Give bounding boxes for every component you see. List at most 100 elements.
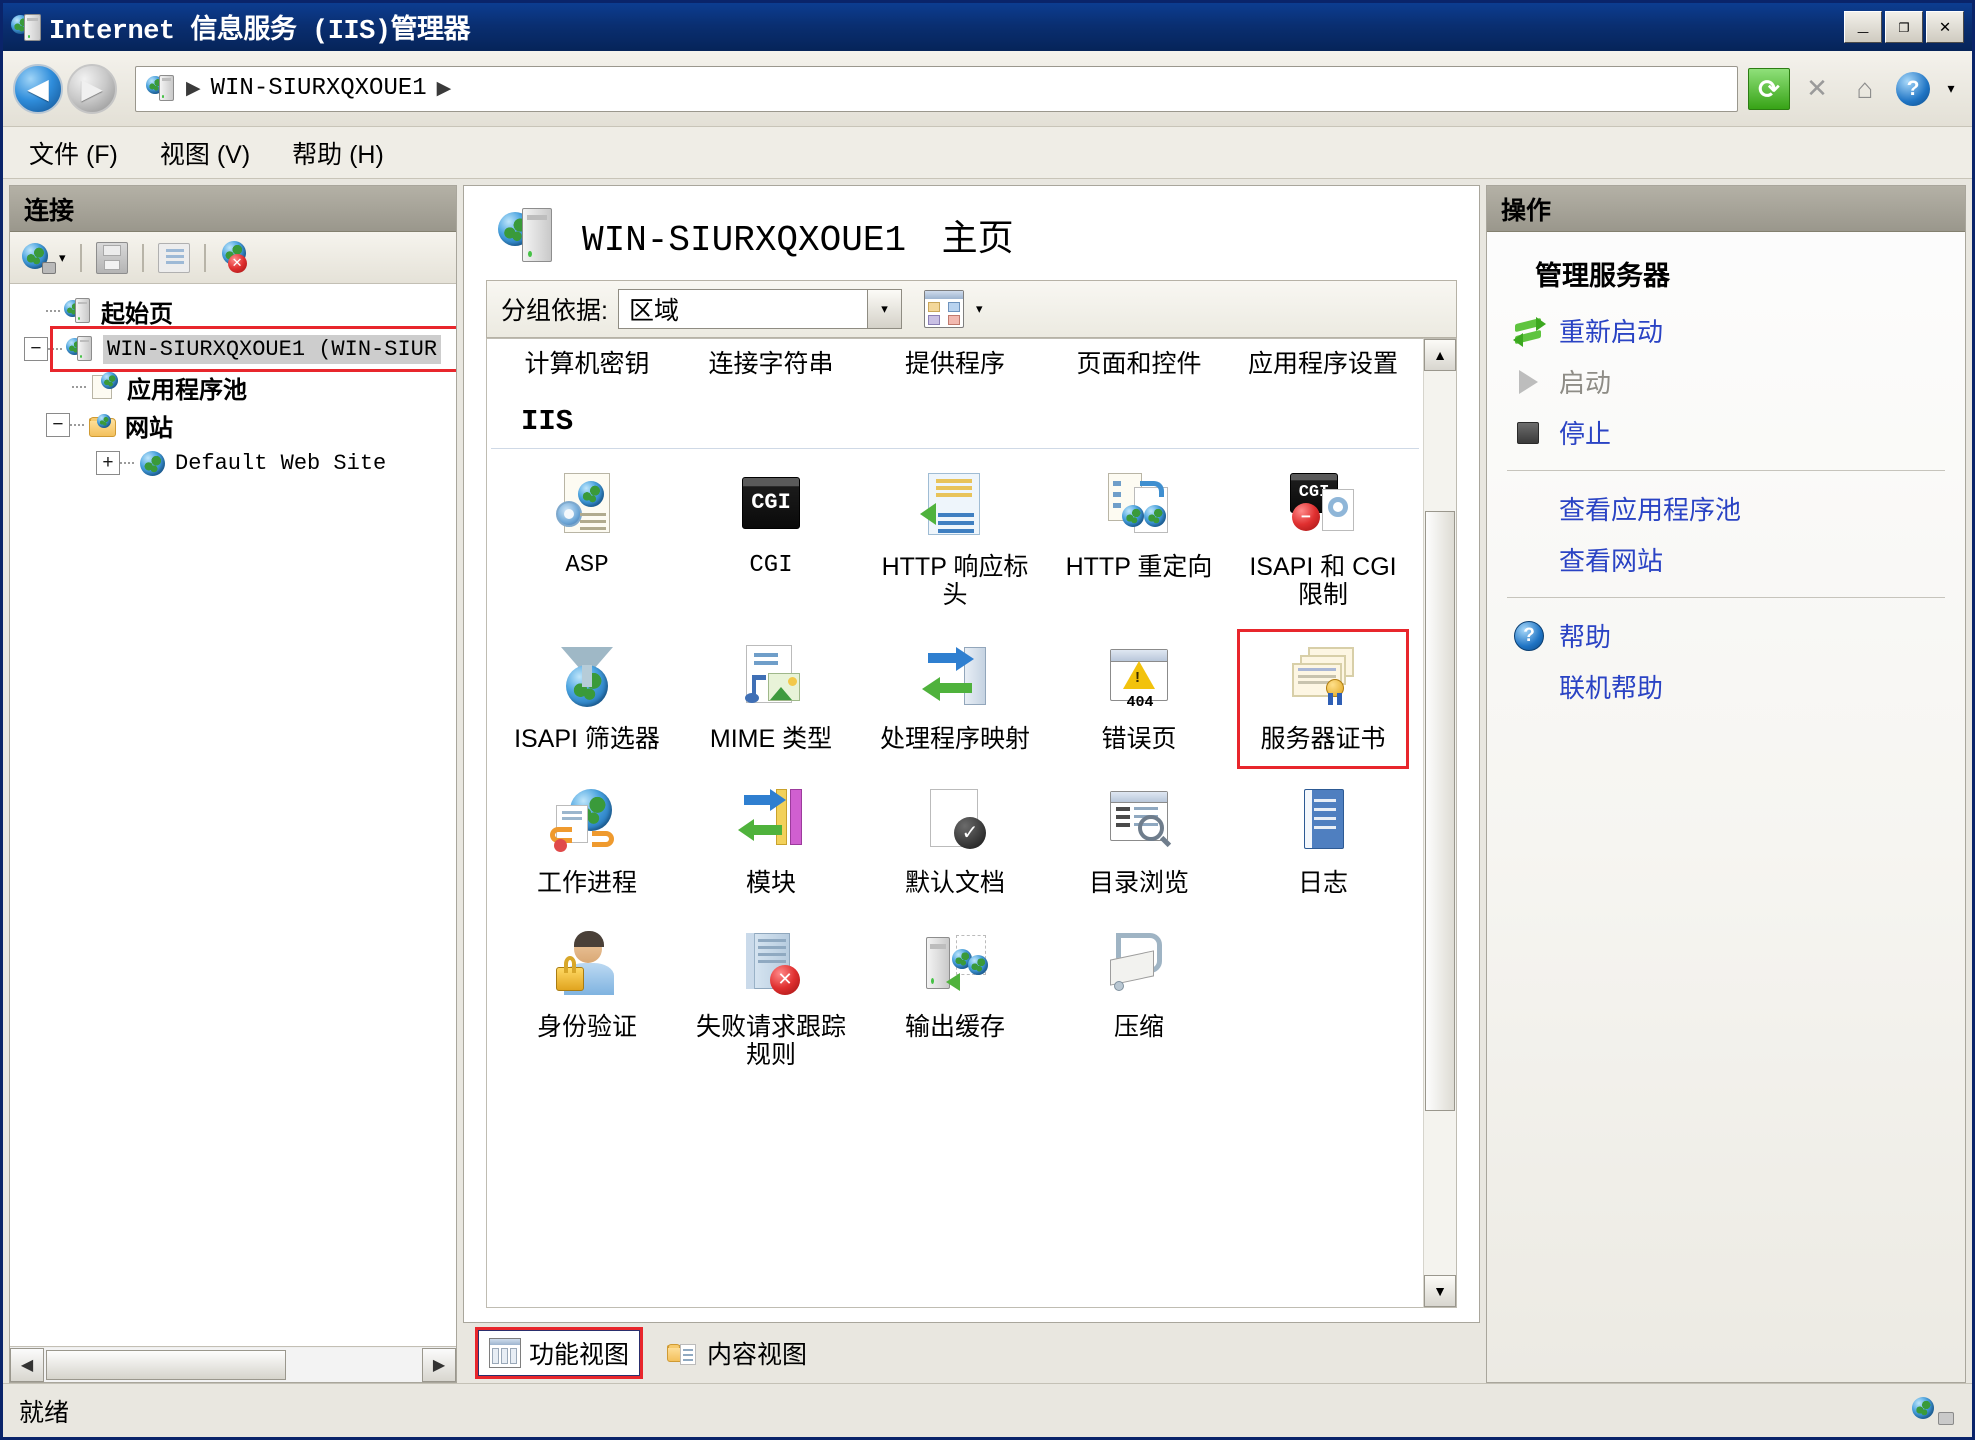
tree-expander[interactable]: +	[96, 451, 120, 475]
feature-label: 压缩	[1113, 1012, 1164, 1041]
feature-isapi-filters[interactable]: ISAPI 筛选器	[495, 639, 679, 757]
group-by-select[interactable]: 区域	[617, 289, 868, 329]
feature-label: 连接字符串	[708, 350, 834, 378]
save-connection-icon[interactable]	[95, 239, 128, 277]
tab-features-view[interactable]: 功能视图	[474, 1327, 644, 1379]
tree-expander[interactable]: −	[24, 337, 48, 361]
feature-server-certificates[interactable]: 服务器证书	[1231, 628, 1415, 769]
feature-http-response-headers[interactable]: HTTP 响应标头	[863, 467, 1047, 613]
feature-compression[interactable]: 压缩	[1047, 927, 1231, 1073]
breadcrumb-separator-2[interactable]: ▶	[437, 77, 452, 100]
forward-arrow-icon[interactable]: ▶	[67, 63, 117, 114]
tree-expander[interactable]: −	[46, 413, 70, 437]
tree-item-server[interactable]: − WIN-SIURXQXOUE1 (WIN-SIUR	[10, 326, 456, 372]
action-online-help[interactable]: 联机帮助	[1487, 661, 1965, 712]
group-by-dropdown-caret-icon[interactable]: ▾	[867, 289, 902, 329]
feature-output-caching[interactable]: 输出缓存	[863, 927, 1047, 1073]
feature-label: HTTP 重定向	[1065, 552, 1213, 581]
output-caching-icon	[916, 931, 994, 1005]
hscroll-thumb[interactable]	[46, 1349, 286, 1380]
action-stop[interactable]: 停止	[1487, 407, 1965, 458]
tree-item-default-web-site[interactable]: + Default Web Site	[10, 444, 456, 482]
action-start[interactable]: 启动	[1487, 356, 1965, 407]
feature-connection-strings[interactable]: 连接字符串	[679, 339, 863, 379]
actions-header: 操作	[1487, 186, 1965, 232]
breadcrumb-separator-1: ▶	[186, 78, 201, 99]
worker-processes-icon	[548, 787, 626, 861]
connections-tree[interactable]: 起始页 − WIN-SIURXQXOUE1 (WIN-SIUR 应用程序池 − …	[10, 284, 456, 1346]
hscroll-left-button[interactable]: ◀	[10, 1347, 44, 1382]
scroll-up-button[interactable]: ▲	[1424, 339, 1456, 371]
feature-handler-mappings[interactable]: 处理程序映射	[863, 639, 1047, 757]
feature-authentication[interactable]: 身份验证	[495, 927, 679, 1073]
window-controls: _ ❐ ✕	[1844, 11, 1968, 43]
menu-help[interactable]: 帮助 (H)	[292, 135, 384, 171]
help-circle-icon: ?	[1513, 620, 1545, 652]
refresh-icon[interactable]: ⟳	[1748, 67, 1790, 110]
scroll-thumb[interactable]	[1425, 511, 1455, 1111]
action-restart[interactable]: 重新启动	[1487, 305, 1965, 356]
server-globe-icon	[146, 73, 176, 105]
feature-label: 应用程序设置	[1247, 350, 1398, 378]
feature-providers[interactable]: 提供程序	[863, 339, 1047, 379]
hscroll-right-button[interactable]: ▶	[422, 1347, 456, 1382]
view-mode-icon[interactable]	[923, 290, 964, 328]
feature-modules[interactable]: 模块	[679, 783, 863, 901]
view-mode-caret-icon[interactable]: ▾	[976, 301, 983, 317]
feature-mime-types[interactable]: MIME 类型	[679, 639, 863, 757]
close-button[interactable]: ✕	[1926, 11, 1964, 43]
features-vscrollbar[interactable]: ▲ ▼	[1423, 338, 1457, 1308]
minimize-button[interactable]: _	[1844, 11, 1882, 43]
modules-icon	[732, 787, 810, 861]
feature-directory-browsing[interactable]: 目录浏览	[1047, 783, 1231, 901]
toolbar-divider-1	[79, 243, 82, 272]
view-application-pools-link[interactable]: 查看应用程序池	[1487, 483, 1965, 534]
features-grid-area: 计算机密钥 连接字符串 提供程序 页面和控件 应用程序设置 IIS ASP CG…	[486, 338, 1457, 1308]
feature-asp[interactable]: ASP	[495, 467, 679, 613]
feature-worker-processes[interactable]: 工作进程	[495, 783, 679, 901]
feature-pages-and-controls[interactable]: 页面和控件	[1047, 339, 1231, 379]
maximize-button[interactable]: ❐	[1885, 11, 1923, 43]
address-bar[interactable]: ▶ WIN-SIURXQXOUE1 ▶	[135, 65, 1738, 112]
scroll-track[interactable]	[1424, 371, 1456, 1275]
view-sites-link[interactable]: 查看网站	[1487, 534, 1965, 585]
stop-icon[interactable]: ✕	[1796, 68, 1838, 110]
feature-logging[interactable]: 日志	[1231, 783, 1415, 901]
tree-item-start-page[interactable]: 起始页	[10, 292, 456, 330]
feature-application-settings[interactable]: 应用程序设置	[1248, 339, 1398, 379]
back-arrow-icon[interactable]: ◀	[13, 63, 63, 114]
connect-icon[interactable]: ▾	[22, 239, 66, 277]
feature-cgi[interactable]: CGI CGI	[679, 467, 863, 613]
toolbar-divider-3	[203, 243, 206, 272]
tree-item-label: Default Web Site	[175, 450, 387, 476]
tree-item-application-pools[interactable]: 应用程序池	[10, 368, 456, 406]
features-row-4: 身份验证 ✕ 失败请求跟踪规则 输出缓存 压缩	[487, 909, 1423, 1081]
export-connection-icon[interactable]	[157, 239, 190, 277]
feature-error-pages[interactable]: 404 错误页	[1047, 639, 1231, 757]
features-row-2: ISAPI 筛选器 MIME 类型 处理程序映射 ! 404 错误页 服务器证书	[487, 621, 1423, 769]
feature-machine-key[interactable]: 计算机密钥	[495, 339, 679, 379]
dropdown-caret-icon[interactable]: ▾	[1940, 68, 1962, 110]
delete-connection-icon[interactable]: ✕	[220, 239, 254, 277]
action-label: 重新启动	[1559, 317, 1664, 347]
home-icon[interactable]: ⌂	[1844, 68, 1886, 110]
help-icon[interactable]: ?	[1892, 68, 1934, 110]
connect-dropdown-caret[interactable]: ▾	[59, 250, 66, 266]
feature-label: 错误页	[1101, 724, 1177, 753]
feature-http-redirect[interactable]: HTTP 重定向	[1047, 467, 1231, 613]
feature-isapi-cgi-restrictions[interactable]: CGI − ISAPI 和 CGI 限制	[1231, 467, 1415, 613]
tree-item-sites[interactable]: − 网站	[10, 406, 456, 444]
feature-failed-request-tracing[interactable]: ✕ 失败请求跟踪规则	[679, 927, 863, 1073]
menu-file[interactable]: 文件 (F)	[29, 135, 118, 171]
feature-label: 计算机密钥	[524, 350, 650, 378]
hscroll-track[interactable]	[44, 1347, 422, 1382]
action-help[interactable]: ? 帮助	[1487, 610, 1965, 661]
connections-hscrollbar[interactable]: ◀ ▶	[10, 1346, 456, 1382]
server-certificates-icon	[1284, 643, 1362, 717]
menu-view[interactable]: 视图 (V)	[160, 135, 250, 171]
feature-default-document[interactable]: ✓ 默认文档	[863, 783, 1047, 901]
breadcrumb[interactable]: WIN-SIURXQXOUE1	[211, 75, 427, 102]
tab-content-view[interactable]: 内容视图	[657, 1331, 817, 1375]
scroll-down-button[interactable]: ▼	[1424, 1275, 1456, 1307]
tree-item-label: 应用程序池	[127, 376, 247, 404]
